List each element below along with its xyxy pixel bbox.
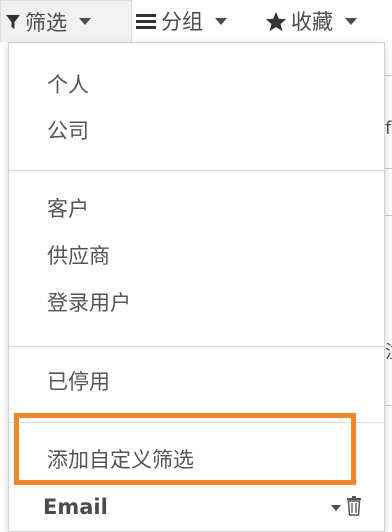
background-row-divider [384, 405, 392, 406]
filter-icon [5, 13, 21, 31]
menu-divider [9, 346, 384, 347]
background-text: 注 [385, 338, 392, 364]
favorites-dropdown-toggle[interactable]: 收藏 [265, 0, 357, 42]
custom-filter-field-label: Email [43, 495, 108, 519]
filter-option-individual[interactable]: 个人 [47, 71, 89, 99]
filter-dropdown-toggle[interactable]: 筛选 [0, 0, 132, 42]
list-icon [135, 12, 157, 30]
highlight-annotation-box [14, 413, 356, 485]
chevron-down-icon [79, 18, 91, 25]
filter-option-archived[interactable]: 已停用 [47, 368, 110, 396]
filter-option-vendor[interactable]: 供应商 [47, 242, 110, 270]
filter-option-logged-in-user[interactable]: 登录用户 [47, 289, 131, 317]
favorites-label: 收藏 [291, 10, 333, 34]
custom-filter-field-select[interactable]: Email [33, 490, 373, 524]
chevron-down-icon [331, 505, 341, 511]
star-icon [265, 11, 287, 32]
background-row-divider [384, 215, 392, 216]
background-row-divider [384, 168, 392, 169]
group-by-dropdown-toggle[interactable]: 分组 [135, 0, 227, 42]
chevron-down-icon [215, 17, 227, 25]
trash-icon[interactable] [346, 496, 362, 520]
search-panel-toolbar: 筛选 分组 收藏 [0, 0, 392, 42]
group-by-label: 分组 [161, 10, 203, 34]
menu-divider [9, 170, 384, 171]
filter-option-company[interactable]: 公司 [47, 117, 89, 145]
filter-label: 筛选 [25, 10, 67, 35]
background-row-divider [384, 75, 392, 76]
filter-option-customer[interactable]: 客户 [47, 195, 89, 223]
background-text: f [385, 118, 392, 139]
chevron-down-icon [345, 17, 357, 25]
